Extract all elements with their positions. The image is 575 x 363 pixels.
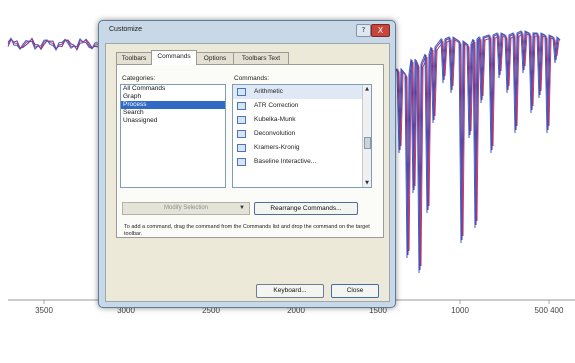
x-tick-label: 3500: [35, 306, 53, 315]
kubelka-munk-icon: [237, 116, 246, 124]
category-item-process[interactable]: Process: [121, 101, 225, 109]
command-item-atr-correction[interactable]: ATR Correction: [233, 99, 371, 113]
instructions-text: To add a command, drag the command from …: [124, 224, 370, 237]
scroll-down-icon[interactable]: ▼: [363, 179, 371, 187]
tab-commands[interactable]: Commands: [151, 50, 197, 65]
atr-correction-icon: [237, 102, 246, 110]
command-item-kramers-kronig[interactable]: Kramers-Kronig: [233, 141, 371, 155]
kramers-kronig-icon: [237, 144, 246, 152]
dialog-client: Toolbars Commands Options Toolbars Text …: [105, 43, 390, 302]
category-item-graph[interactable]: Graph: [121, 93, 225, 101]
help-button[interactable]: ?: [356, 24, 371, 37]
close-button[interactable]: Close: [331, 284, 379, 298]
categories-label: Categories:: [122, 75, 156, 82]
commands-scrollbar[interactable]: ▲ ▼: [362, 85, 371, 187]
command-label: ATR Correction: [254, 102, 299, 109]
command-item-kubelka-munk[interactable]: Kubelka-Munk: [233, 113, 371, 127]
dropdown-arrow-icon: ▼: [239, 205, 245, 211]
category-item-unassigned[interactable]: Unassigned: [121, 117, 225, 125]
scroll-up-icon[interactable]: ▲: [363, 85, 371, 93]
command-item-deconvolution[interactable]: Deconvolution: [233, 127, 371, 141]
arithmetic-icon: [237, 88, 246, 96]
category-item-search[interactable]: Search: [121, 109, 225, 117]
x-tick-label: 1000: [451, 306, 469, 315]
command-label: Kubelka-Munk: [254, 116, 296, 123]
x-tick-label: 500 400: [534, 306, 564, 315]
customize-dialog: Customize ? X Toolbars Commands Options …: [98, 20, 396, 308]
baseline-interactive-icon: [237, 158, 246, 166]
keyboard-button[interactable]: Keyboard...: [256, 284, 324, 298]
command-item-arithmetic[interactable]: Arithmetic: [233, 85, 371, 99]
modify-selection-button[interactable]: Modify Selection ▼: [122, 202, 250, 215]
command-label: Deconvolution: [254, 130, 296, 137]
categories-list[interactable]: All Commands Graph Process Search Unassi…: [120, 84, 226, 188]
command-label: Baseline Interactive...: [254, 158, 317, 165]
command-label: Arithmetic: [254, 88, 283, 95]
command-label: Kramers-Kronig: [254, 144, 300, 151]
deconvolution-icon: [237, 130, 246, 138]
commands-list[interactable]: Arithmetic ATR Correction Kubelka-Munk D…: [232, 84, 372, 188]
category-item-all-commands[interactable]: All Commands: [121, 85, 225, 93]
dialog-titlebar[interactable]: Customize ? X: [99, 21, 395, 41]
scrollbar-thumb[interactable]: [364, 137, 371, 149]
commands-label: Commands:: [234, 75, 270, 82]
modify-selection-label: Modify Selection: [163, 205, 209, 211]
close-window-button[interactable]: X: [371, 24, 390, 37]
command-item-baseline-interactive[interactable]: Baseline Interactive...: [233, 155, 371, 169]
rearrange-commands-button[interactable]: Rearrange Commands...: [254, 202, 358, 215]
dialog-title: Customize: [109, 26, 143, 33]
